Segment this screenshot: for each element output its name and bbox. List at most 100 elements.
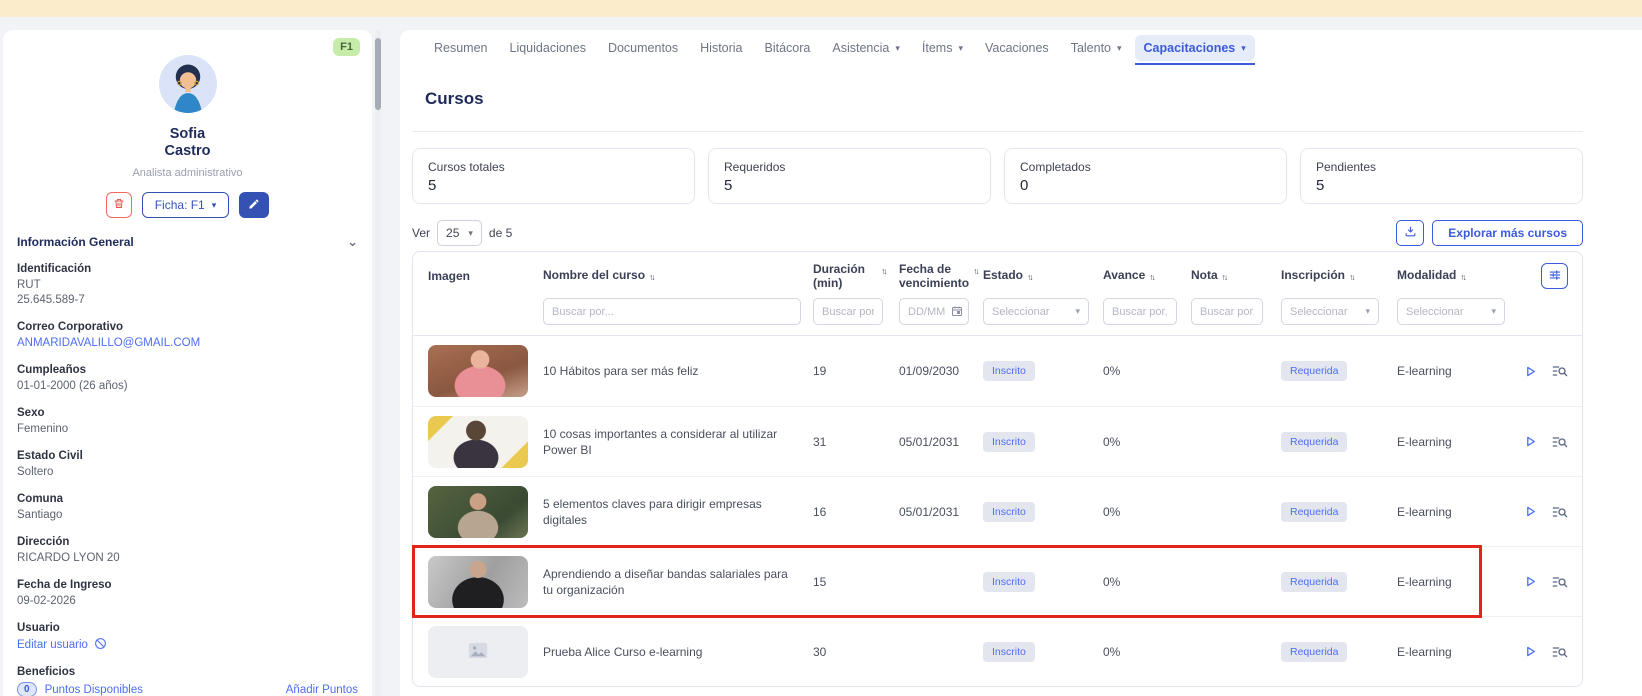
tab-capacitaciones[interactable]: Capacitaciones▾	[1135, 35, 1255, 61]
avatar	[159, 55, 217, 116]
sort-icon: ↑↓	[881, 264, 886, 278]
column-settings-button[interactable]	[1541, 263, 1568, 289]
column-header-nota[interactable]: Nota↑↓	[1191, 268, 1281, 284]
course-progress: 0%	[1103, 645, 1191, 659]
sidebar-scrollbar[interactable]	[375, 30, 381, 696]
main-panel: ResumenLiquidacionesDocumentosHistoriaBi…	[400, 30, 1642, 696]
column-header-estado[interactable]: Estado↑↓	[983, 268, 1103, 284]
column-header-duracion-min[interactable]: Duración(min)↑↓	[813, 262, 899, 290]
table-row: 10 Hábitos para ser más feliz1901/09/203…	[413, 336, 1582, 406]
employee-sidebar: F1 Sofia Castro Analista administrativo	[3, 30, 372, 696]
course-due-date: 05/01/2031	[899, 505, 983, 519]
tab-vacaciones[interactable]: Vacaciones	[976, 35, 1058, 61]
scrollbar-thumb[interactable]	[375, 38, 381, 110]
tab-talento[interactable]: Talento▾	[1062, 35, 1131, 61]
course-progress: 0%	[1103, 505, 1191, 519]
field-value: 01-01-2000 (26 años)	[17, 379, 358, 394]
tab-documentos[interactable]: Documentos	[599, 35, 687, 61]
divider	[412, 131, 1583, 132]
calendar-icon[interactable]	[951, 305, 963, 320]
stat-card-cursos-totales: Cursos totales5	[412, 148, 695, 204]
column-header-imagen: Imagen	[428, 269, 543, 283]
email-link[interactable]: ANMARIDAVALILLO@GMAIL.COM	[17, 336, 358, 351]
caret-down-icon: ▾	[1241, 43, 1246, 54]
page-size-select[interactable]: 25 ▾	[437, 220, 482, 246]
play-course-button[interactable]	[1524, 505, 1537, 518]
caret-down-icon: ▾	[212, 200, 217, 211]
delete-employee-button[interactable]	[106, 192, 132, 218]
edit-employee-button[interactable]	[239, 192, 269, 218]
field-identificacion: IdentificaciónRUT25.645.589-7	[17, 263, 358, 308]
tab-resumen[interactable]: Resumen	[425, 35, 497, 61]
tab-historia[interactable]: Historia	[691, 35, 751, 61]
course-duration: 15	[813, 575, 899, 589]
field-cumpleanos: Cumpleaños01-01-2000 (26 años)	[17, 364, 358, 394]
play-course-button[interactable]	[1524, 645, 1537, 658]
course-details-button[interactable]	[1552, 435, 1568, 449]
course-details-button[interactable]	[1552, 645, 1568, 659]
filter-input-duracion-min[interactable]	[813, 298, 883, 325]
column-header-nombre-del-curso[interactable]: Nombre del curso↑↓	[543, 268, 813, 284]
ficha-dropdown[interactable]: Ficha: F1 ▾	[142, 192, 230, 218]
filter-input-nota[interactable]	[1191, 298, 1263, 325]
course-details-button[interactable]	[1552, 505, 1568, 519]
page-size-control: Ver 25 ▾ de 5	[412, 220, 512, 246]
course-duration: 19	[813, 364, 899, 378]
anadir-puntos-link[interactable]: Añadir Puntos	[286, 684, 358, 696]
file-number-badge: F1	[333, 38, 360, 56]
stat-card-completados: Completados0	[1004, 148, 1287, 204]
filter-select-estado[interactable]: Seleccionar▾	[983, 298, 1089, 325]
of-label: de 5	[489, 226, 512, 240]
field-direccion: DirecciónRICARDO LYON 20	[17, 536, 358, 566]
inscription-badge: Requerida	[1281, 642, 1347, 662]
ban-icon	[94, 637, 107, 653]
status-badge: Inscrito	[983, 502, 1035, 522]
filter-select-modalidad[interactable]: Seleccionar▾	[1397, 298, 1505, 325]
download-button[interactable]	[1396, 220, 1424, 246]
pencil-icon	[248, 198, 260, 213]
filters-row: Seleccionar▾ Seleccionar▾ Seleccionar▾	[413, 298, 1582, 325]
caret-down-icon: ▾	[895, 43, 900, 54]
ver-label: Ver	[412, 226, 430, 240]
course-thumbnail	[428, 486, 528, 538]
filter-input-nombre-del-curso[interactable]	[543, 298, 801, 325]
course-duration: 31	[813, 435, 899, 449]
course-details-button[interactable]	[1552, 364, 1568, 378]
column-header-avance[interactable]: Avance↑↓	[1103, 268, 1191, 284]
filter-select-inscripcion[interactable]: Seleccionar▾	[1281, 298, 1379, 325]
field-label: Identificación	[17, 263, 358, 275]
caret-down-icon: ▾	[1365, 306, 1370, 317]
course-modality: E-learning	[1397, 435, 1517, 449]
play-course-button[interactable]	[1524, 435, 1537, 448]
stat-label: Requeridos	[724, 160, 975, 174]
column-header-inscripcion[interactable]: Inscripción↑↓	[1281, 268, 1397, 284]
course-details-button[interactable]	[1552, 575, 1568, 589]
course-due-date: 05/01/2031	[899, 435, 983, 449]
tab-items[interactable]: Ítems▾	[913, 35, 972, 61]
stat-value: 0	[1020, 177, 1271, 194]
filter-input-avance[interactable]	[1103, 298, 1177, 325]
editar-usuario-link[interactable]: Editar usuario	[17, 637, 358, 653]
play-course-button[interactable]	[1524, 575, 1537, 588]
column-header-fecha-de-vencimiento[interactable]: Fecha de vencimiento↑↓	[899, 262, 983, 290]
explore-courses-button[interactable]: Explorar más cursos	[1432, 220, 1583, 246]
field-label: Fecha de Ingreso	[17, 579, 358, 591]
download-icon	[1404, 225, 1417, 241]
play-course-button[interactable]	[1524, 365, 1537, 378]
trash-icon	[113, 197, 125, 213]
tab-bitacora[interactable]: Bitácora	[756, 35, 820, 61]
course-progress: 0%	[1103, 575, 1191, 589]
tab-liquidaciones[interactable]: Liquidaciones	[501, 35, 595, 61]
course-name: 10 Hábitos para ser más feliz	[543, 363, 813, 379]
sort-icon: ↑↓	[1349, 270, 1354, 284]
field-value: 25.645.589-7	[17, 293, 358, 308]
course-name: Prueba Alice Curso e-learning	[543, 644, 813, 660]
column-header-modalidad[interactable]: Modalidad↑↓	[1397, 268, 1517, 284]
inscription-badge: Requerida	[1281, 432, 1347, 452]
info-general-section-header[interactable]: Información General ⌄	[17, 234, 358, 250]
puntos-disponibles-link[interactable]: 0 Puntos Disponibles	[17, 682, 143, 696]
course-thumbnail	[428, 345, 528, 397]
stat-value: 5	[724, 177, 975, 194]
tab-asistencia[interactable]: Asistencia▾	[823, 35, 909, 61]
info-fields: IdentificaciónRUT25.645.589-7Correo Corp…	[17, 263, 358, 609]
